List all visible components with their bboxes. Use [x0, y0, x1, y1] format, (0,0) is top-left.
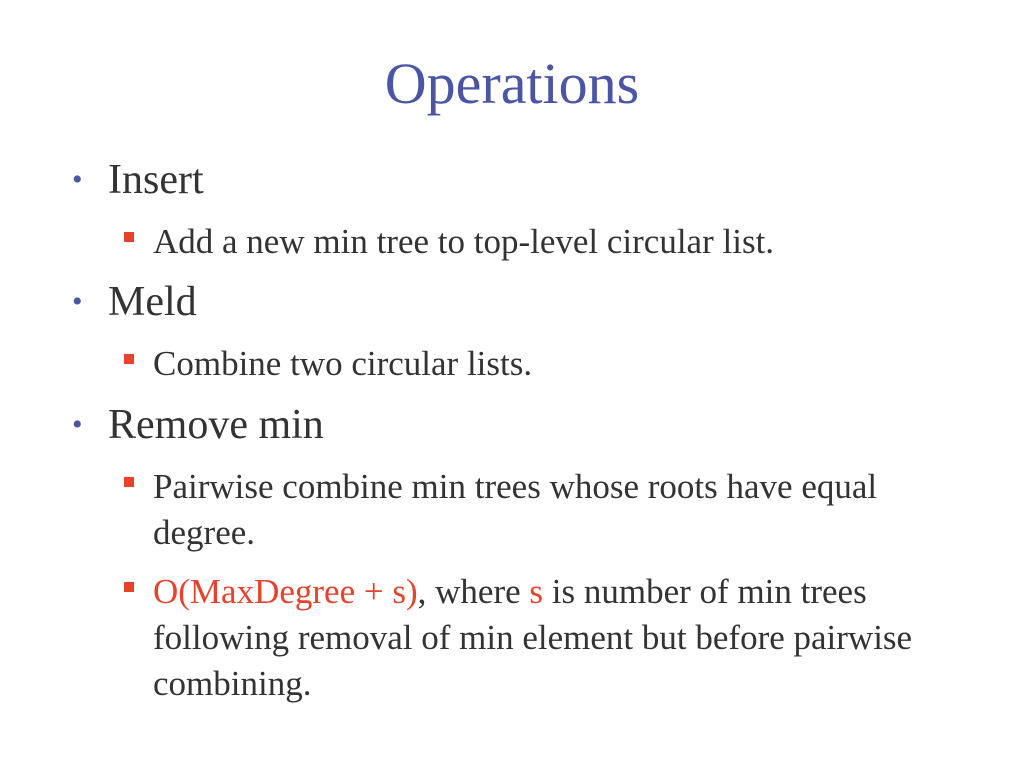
slide-title: Operations: [384, 51, 640, 116]
bullet-dot-icon: •: [72, 163, 83, 196]
sub-bullet-text: Add a new min tree to top-level circular…: [153, 222, 775, 261]
bullet-label: Meld: [108, 279, 197, 325]
sub-bullet-text: Combine two circular lists.: [153, 344, 533, 383]
bullet-label: Insert: [108, 157, 204, 203]
square-bullet-icon: [124, 354, 134, 364]
bullet-dot-icon: •: [72, 408, 83, 441]
complexity-formula: O(MaxDegree + s): [153, 572, 418, 611]
bullet-dot-icon: •: [72, 285, 83, 318]
bullet-label: Remove min: [108, 402, 324, 448]
text-segment: , where: [417, 572, 530, 611]
sub-bullet-text: O(MaxDegree + s), where s is number of m…: [153, 569, 983, 707]
slide: Operations • Insert Add a new min tree t…: [0, 0, 1024, 768]
square-bullet-icon: [124, 477, 134, 487]
square-bullet-icon: [124, 582, 134, 592]
square-bullet-icon: [124, 232, 134, 242]
sub-bullet-text: Pairwise combine min trees whose roots h…: [153, 467, 878, 552]
variable-s: s: [529, 572, 544, 611]
